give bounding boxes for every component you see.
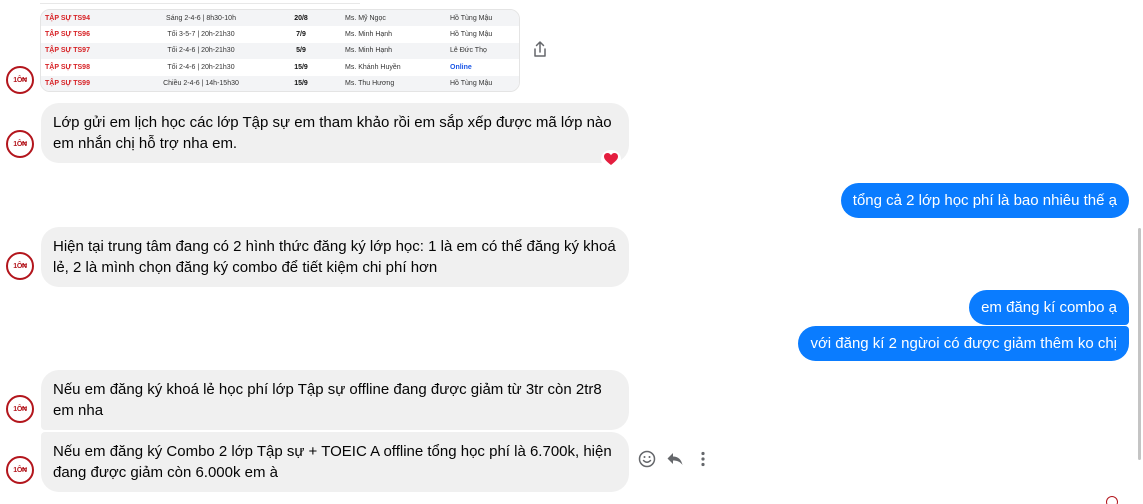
message-text: với đăng kí 2 ngừoi có được giảm thêm ko… xyxy=(810,335,1117,352)
class-location: Hồ Tùng Mậu xyxy=(450,31,493,39)
avatar[interactable]: 1Ô₦ xyxy=(6,66,34,94)
class-time: Tối 3-5-7 | 20h-21h30 xyxy=(167,31,235,39)
message-text: Hiện tại trung tâm đang có 2 hình thức đ… xyxy=(53,238,616,276)
message-actions xyxy=(638,448,712,470)
class-code: TẬP SỰ TS98 xyxy=(45,63,90,71)
class-code: TẬP SỰ TS97 xyxy=(45,47,90,55)
start-date: 5/9 xyxy=(296,47,306,55)
avatar-logo: 1Ô₦ xyxy=(13,140,27,148)
teacher-name: Ms. Minh Hạnh xyxy=(345,47,393,55)
message-text: Nếu em đăng ký khoá lẻ học phí lớp Tập s… xyxy=(53,381,602,419)
class-time: Tối 2-4-6 | 20h-21h30 xyxy=(167,63,235,71)
avatar[interactable]: 1Ô₦ xyxy=(6,252,34,280)
avatar[interactable]: 1Ô₦ xyxy=(6,456,34,484)
avatar-logo: 1Ô₦ xyxy=(13,466,27,474)
start-date: 7/9 xyxy=(296,31,306,39)
avatar-logo: 1Ô₦ xyxy=(13,405,27,413)
class-code: TẬP SỰ TS94 xyxy=(45,14,90,22)
outgoing-message[interactable]: tổng cả 2 lớp học phí là bao nhiêu thế ạ xyxy=(840,183,1129,218)
previous-message-edge xyxy=(40,0,360,4)
teacher-name: Ms. Khánh Huyền xyxy=(345,63,401,71)
teacher-name: Ms. Mỹ Ngọc xyxy=(345,14,386,22)
teacher-name: Ms. Minh Hạnh xyxy=(345,31,393,39)
share-icon[interactable] xyxy=(532,40,548,60)
class-time: Chiều 2-4-6 | 14h-15h30 xyxy=(163,80,239,88)
schedule-row: TẬP SỰ TS96 Tối 3-5-7 | 20h-21h30 7/9 Ms. M… xyxy=(41,26,519,42)
schedule-image[interactable]: TẬP SỰ TS94 Sáng 2-4-6 | 8h30-10h 20/8 Ms. … xyxy=(40,9,520,92)
avatar[interactable]: 1Ô₦ xyxy=(6,395,34,423)
class-location: Hồ Tùng Mậu xyxy=(450,14,493,22)
start-date: 20/8 xyxy=(294,14,308,22)
scrollbar-thumb[interactable] xyxy=(1138,228,1141,460)
message-text: Lớp gửi em lịch học các lớp Tập sự em th… xyxy=(53,114,612,152)
start-date: 15/9 xyxy=(294,80,308,88)
teacher-name: Ms. Thu Hương xyxy=(345,80,395,88)
class-time: Sáng 2-4-6 | 8h30-10h xyxy=(166,14,236,22)
scrollbar[interactable] xyxy=(1137,0,1143,504)
chat-thread: TẬP SỰ TS94 Sáng 2-4-6 | 8h30-10h 20/8 Ms. … xyxy=(0,0,1143,504)
class-location: Hồ Tùng Mậu xyxy=(450,80,493,88)
heart-reaction[interactable] xyxy=(601,150,621,168)
start-date: 15/9 xyxy=(294,63,308,71)
class-location: Online xyxy=(450,63,472,71)
schedule-row: TẬP SỰ TS94 Sáng 2-4-6 | 8h30-10h 20/8 Ms. … xyxy=(41,10,519,27)
more-icon[interactable] xyxy=(694,450,712,468)
class-code: TẬP SỰ TS99 xyxy=(45,80,90,88)
reply-icon[interactable] xyxy=(666,450,684,468)
incoming-message[interactable]: Hiện tại trung tâm đang có 2 hình thức đ… xyxy=(41,227,629,287)
incoming-message[interactable]: Lớp gửi em lịch học các lớp Tập sự em th… xyxy=(41,103,629,163)
schedule-row: TẬP SỰ TS99 Chiều 2-4-6 | 14h-15h30 15/9 Ms… xyxy=(41,75,519,91)
avatar[interactable]: 1Ô₦ xyxy=(6,130,34,158)
class-time: Tối 2-4-6 | 20h-21h30 xyxy=(167,47,235,55)
incoming-message[interactable]: Nếu em đăng ký khoá lẻ học phí lớp Tập s… xyxy=(41,370,629,430)
message-text: Nếu em đăng ký Combo 2 lớp Tập sự + TOEI… xyxy=(53,443,612,481)
avatar-logo: 1Ô₦ xyxy=(13,262,27,270)
incoming-message[interactable]: Nếu em đăng ký Combo 2 lớp Tập sự + TOEI… xyxy=(41,432,629,492)
message-text: tổng cả 2 lớp học phí là bao nhiêu thế ạ xyxy=(852,192,1117,209)
smiley-icon[interactable] xyxy=(638,450,656,468)
class-location: Lê Đức Thọ xyxy=(450,47,487,55)
schedule-row: TẬP SỰ TS98 Tối 2-4-6 | 20h-21h30 15/9 Ms. … xyxy=(41,59,519,75)
class-code: TẬP SỰ TS96 xyxy=(45,31,90,39)
schedule-table: TẬP SỰ TS94 Sáng 2-4-6 | 8h30-10h 20/8 Ms. … xyxy=(41,10,519,91)
message-text: em đăng kí combo ạ xyxy=(981,299,1117,316)
heart-icon xyxy=(604,152,618,165)
outgoing-message[interactable]: với đăng kí 2 ngừoi có được giảm thêm ko… xyxy=(798,326,1129,361)
outgoing-message[interactable]: em đăng kí combo ạ xyxy=(969,290,1129,325)
avatar-logo: 1Ô₦ xyxy=(13,76,27,84)
schedule-row: TẬP SỰ TS97 Tối 2-4-6 | 20h-21h30 5/9 Ms. M… xyxy=(41,42,519,60)
seen-avatar xyxy=(1106,496,1118,504)
